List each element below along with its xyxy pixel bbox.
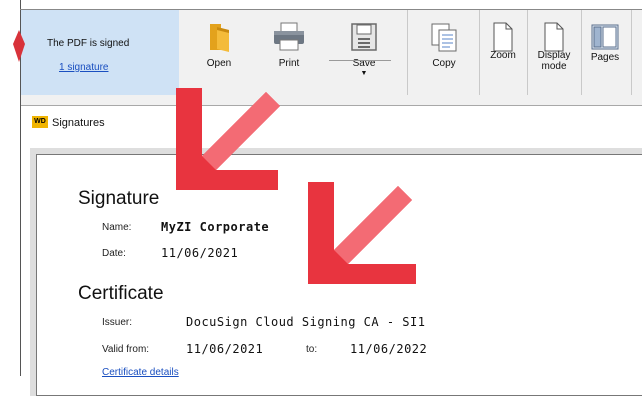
arrow-icon [308,182,416,284]
annotation-arrows [176,88,416,284]
arrow-icon [176,88,280,190]
